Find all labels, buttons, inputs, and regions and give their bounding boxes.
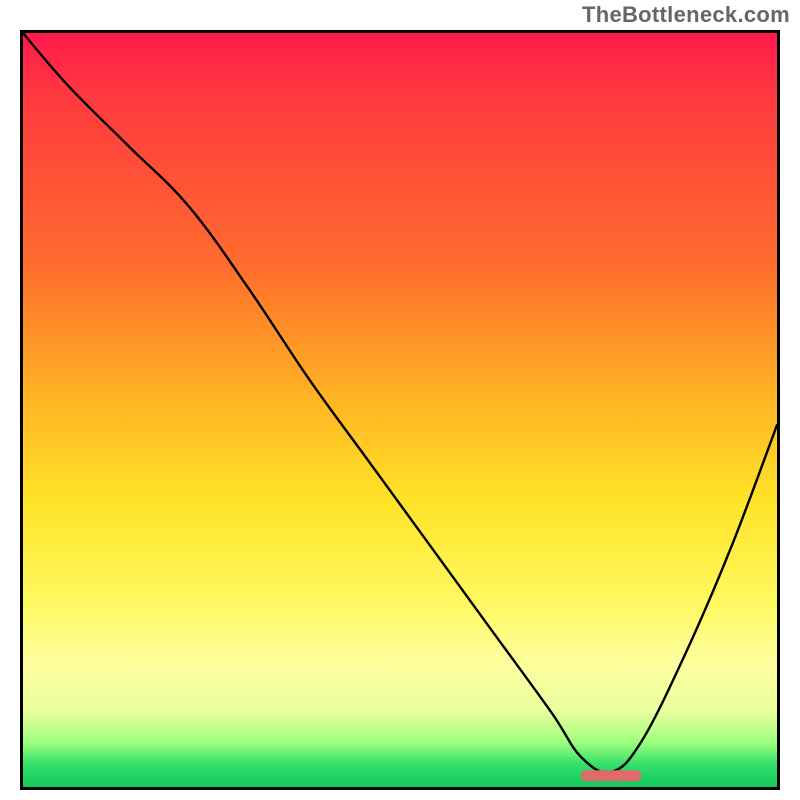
chart-svg	[23, 33, 777, 787]
chart-stage: TheBottleneck.com	[0, 0, 800, 800]
optimal-point-marker	[581, 770, 641, 781]
watermark-text: TheBottleneck.com	[582, 2, 790, 28]
chart-plot-area	[20, 30, 780, 790]
bottleneck-curve-path	[23, 33, 777, 773]
